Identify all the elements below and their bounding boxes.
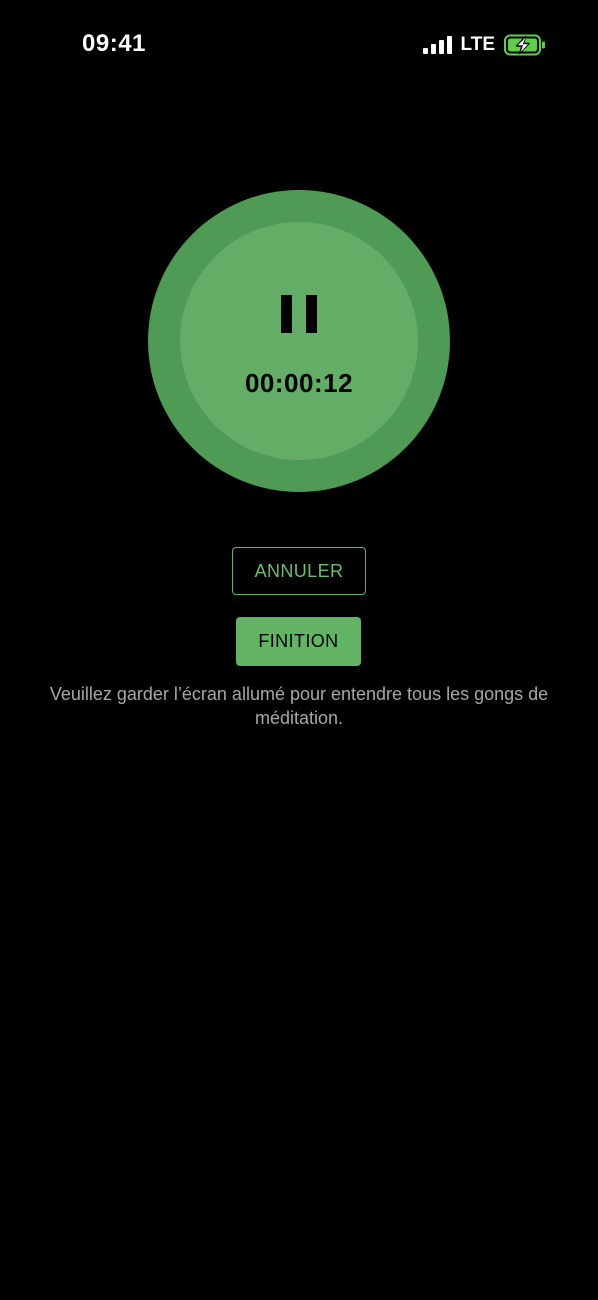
elapsed-time: 00:00:12 <box>244 368 354 398</box>
network-label: LTE <box>460 34 495 55</box>
screen-on-notice: Veuillez garder l’écran allumé pour ente… <box>49 684 549 728</box>
finish-button[interactable]: FINITION <box>236 617 361 666</box>
status-indicators: LTE <box>422 33 546 57</box>
timer-circle[interactable] <box>180 222 418 460</box>
pause-icon[interactable] <box>281 295 317 333</box>
status-bar: 09:41 LTE <box>0 0 598 90</box>
timer-outer-ring: 00:00:12 <box>148 190 450 492</box>
cellular-signal-icon <box>422 36 452 54</box>
status-time: 09:41 <box>82 30 146 57</box>
battery-charging-icon <box>504 34 545 56</box>
cancel-button[interactable]: ANNULER <box>232 547 366 595</box>
